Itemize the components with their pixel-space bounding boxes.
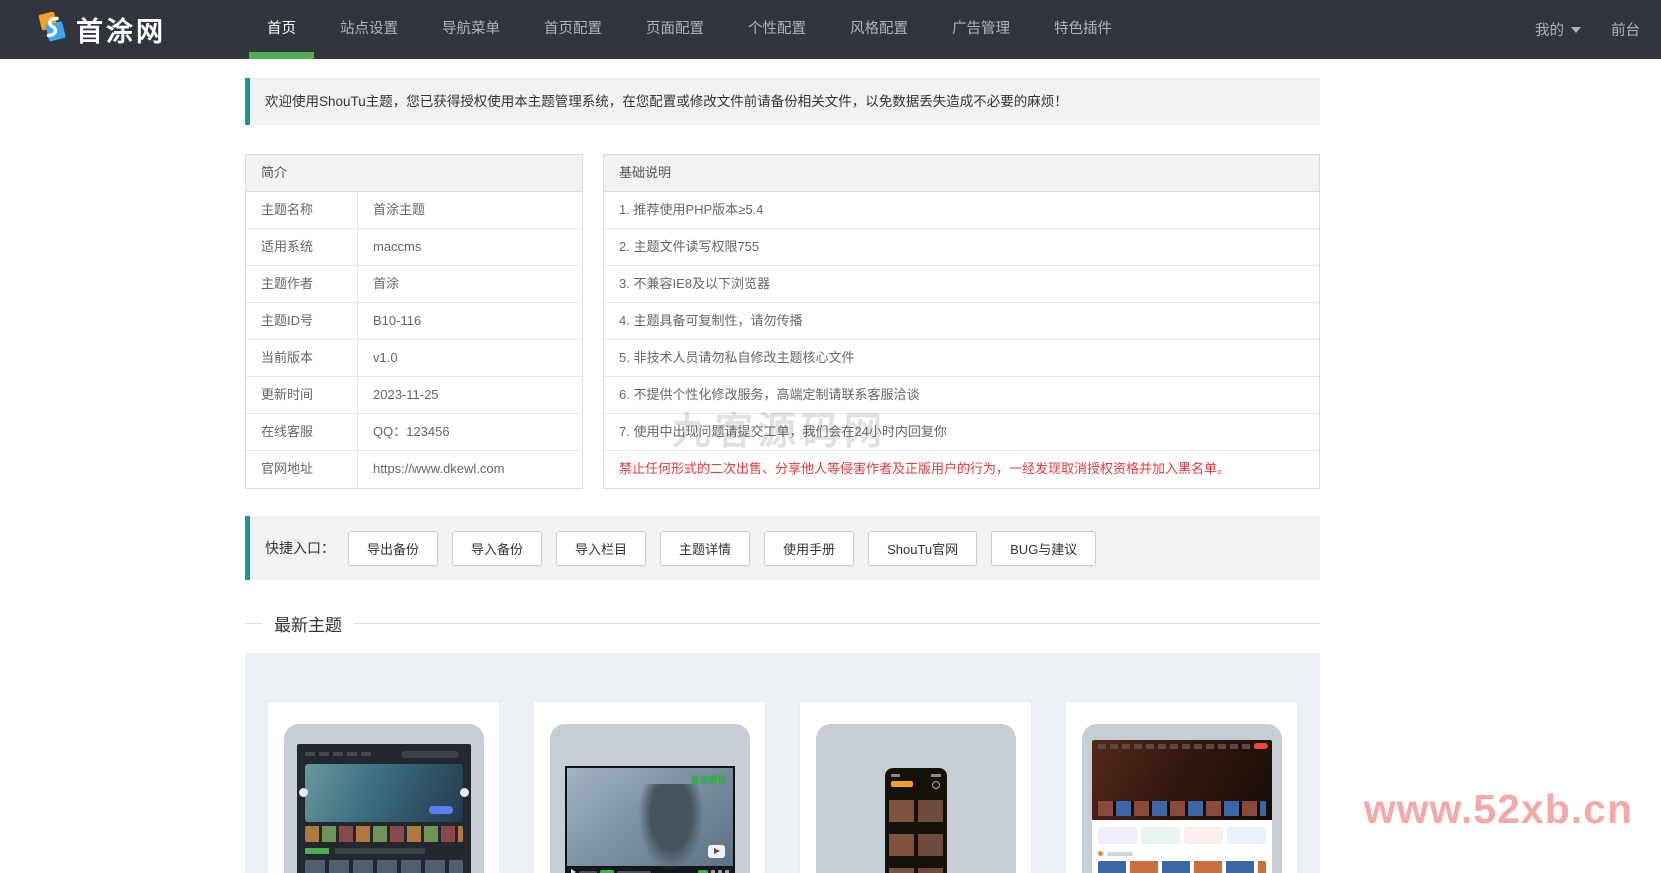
table-row-official-site: 官网地址 https://www.dkewl.com [246,451,582,488]
logo-icon [36,12,67,48]
note-row: 7. 使用中出现问题请提交工单，我们会在24小时内回复你 [604,414,1319,451]
mock-phone-frame [885,768,947,873]
notes-table: 基础说明 1. 推荐使用PHP版本≥5.4 2. 主题文件读写权限755 3. … [603,154,1320,489]
note-row: 5. 非技术人员请勿私自修改主题核心文件 [604,340,1319,377]
official-site-url[interactable]: https://www.dkewl.com [358,451,505,488]
mock-navbar [305,750,463,759]
play-button-icon [708,845,725,858]
theme-details-button[interactable]: 主题详情 [660,531,750,566]
quick-entry-bar: 快捷入口： 导出备份 导入备份 导入栏目 主题详情 使用手册 ShouTu官网 … [245,516,1320,580]
export-backup-button[interactable]: 导出备份 [348,531,438,566]
mock-category-chips [1092,820,1272,848]
mock-hero-banner [1092,740,1272,820]
nav-item-style-config[interactable]: 风格配置 [828,0,930,59]
note-row: 3. 不兼容IE8及以下浏览器 [604,266,1319,303]
import-backup-button[interactable]: 导入备份 [452,531,542,566]
divider-line [245,623,262,624]
divider-line [354,623,1320,624]
intro-table-title: 简介 [246,155,582,192]
top-navbar: 首涂网 首页 站点设置 导航菜单 首页配置 页面配置 个性配置 风格配置 广告管… [0,0,1661,59]
main-nav: 首页 站点设置 导航菜单 首页配置 页面配置 个性配置 风格配置 广告管理 特色… [245,0,1134,59]
intro-table: 简介 主题名称 首涂主题 适用系统 maccms 主题作者 首涂 主题ID号 B… [245,154,583,489]
theme-card-3[interactable] [799,701,1032,873]
frontend-link[interactable]: 前台 [1611,19,1640,40]
theme-thumbnail-video-player: 首涂模板 [550,724,750,873]
mock-tab-bar [305,848,463,854]
theme-thumbnail-dark-movie-site [284,724,484,873]
mock-status-bar [891,774,941,777]
note-row: 2. 主题文件读写权限755 [604,229,1319,266]
main-content: 欢迎使用ShouTu主题，您已获得授权使用本主题管理系统，在您配置或修改文件前请… [245,78,1320,873]
info-tables: 简介 主题名称 首涂主题 适用系统 maccms 主题作者 首涂 主题ID号 B… [245,154,1320,489]
theme-thumbnail-mobile-app [816,724,1016,873]
nav-item-nav-menu[interactable]: 导航菜单 [420,0,522,59]
table-row: 主题名称 首涂主题 [246,192,582,229]
nav-item-ad-management[interactable]: 广告管理 [930,0,1032,59]
theme-card-4[interactable] [1065,701,1298,873]
section-title-text: 最新主题 [262,611,354,636]
theme-card-2[interactable]: 首涂模板 [533,701,766,873]
nav-item-page-config[interactable]: 页面配置 [624,0,726,59]
import-columns-button[interactable]: 导入栏目 [556,531,646,566]
nav-item-home[interactable]: 首页 [245,0,318,59]
mock-poster-grid [305,860,463,873]
logo[interactable]: 首涂网 [36,10,245,49]
frontend-label: 前台 [1611,19,1640,40]
notes-table-title: 基础说明 [604,155,1319,192]
watermark-corner: www.52xb.cn [1364,786,1633,833]
note-row: 1. 推荐使用PHP版本≥5.4 [604,192,1319,229]
license-warning: 禁止任何形式的二次出售、分享他人等侵害作者及正版用户的行为，一经发现取消授权资格… [604,451,1319,488]
mock-red-badge [1254,743,1268,749]
theme-card-1[interactable] [267,701,500,873]
welcome-banner: 欢迎使用ShouTu主题，您已获得授权使用本主题管理系统，在您配置或修改文件前请… [245,78,1320,125]
bug-suggestion-button[interactable]: BUG与建议 [991,531,1096,566]
mock-hero-carousel [305,764,463,822]
shoutu-site-button[interactable]: ShouTu官网 [868,531,977,566]
table-row: 更新时间 2023-11-25 [246,377,582,414]
mock-thumb-grid [889,792,943,873]
my-account-label: 我的 [1535,19,1564,40]
user-manual-button[interactable]: 使用手册 [764,531,854,566]
table-row: 在线客服 QQ：123456 [246,414,582,451]
play-icon [571,869,576,873]
logo-text: 首涂网 [76,10,166,49]
note-row: 6. 不提供个性化修改服务，高端定制请联系客服洽谈 [604,377,1319,414]
nav-item-homepage-config[interactable]: 首页配置 [522,0,624,59]
table-row: 主题ID号 B10-116 [246,303,582,340]
navbar-right: 我的 前台 [1535,19,1640,40]
quick-entry-label: 快捷入口： [265,538,335,558]
mock-section-label [1092,848,1272,856]
theme-thumbnail-light-site [1082,724,1282,873]
latest-themes-heading: 最新主题 [245,611,1320,636]
table-row: 主题作者 首涂 [246,266,582,303]
video-overlay-text: 首涂模板 [690,773,726,786]
note-row: 4. 主题具备可复制性，请勿传播 [604,303,1319,340]
chevron-down-icon [1571,27,1581,33]
control-button [698,870,708,873]
my-account-menu[interactable]: 我的 [1535,19,1581,40]
mock-thumb-row [1098,861,1266,873]
nav-item-site-settings[interactable]: 站点设置 [318,0,420,59]
table-row: 适用系统 maccms [246,229,582,266]
mock-app-header [891,781,941,788]
nav-item-featured-plugins[interactable]: 特色插件 [1032,0,1134,59]
latest-themes-panel: 首涂模板 [245,653,1320,873]
mock-video-screen: 首涂模板 [565,766,735,866]
table-row: 当前版本 v1.0 [246,340,582,377]
mock-poster-strip [305,826,463,842]
nav-item-personal-config[interactable]: 个性配置 [726,0,828,59]
